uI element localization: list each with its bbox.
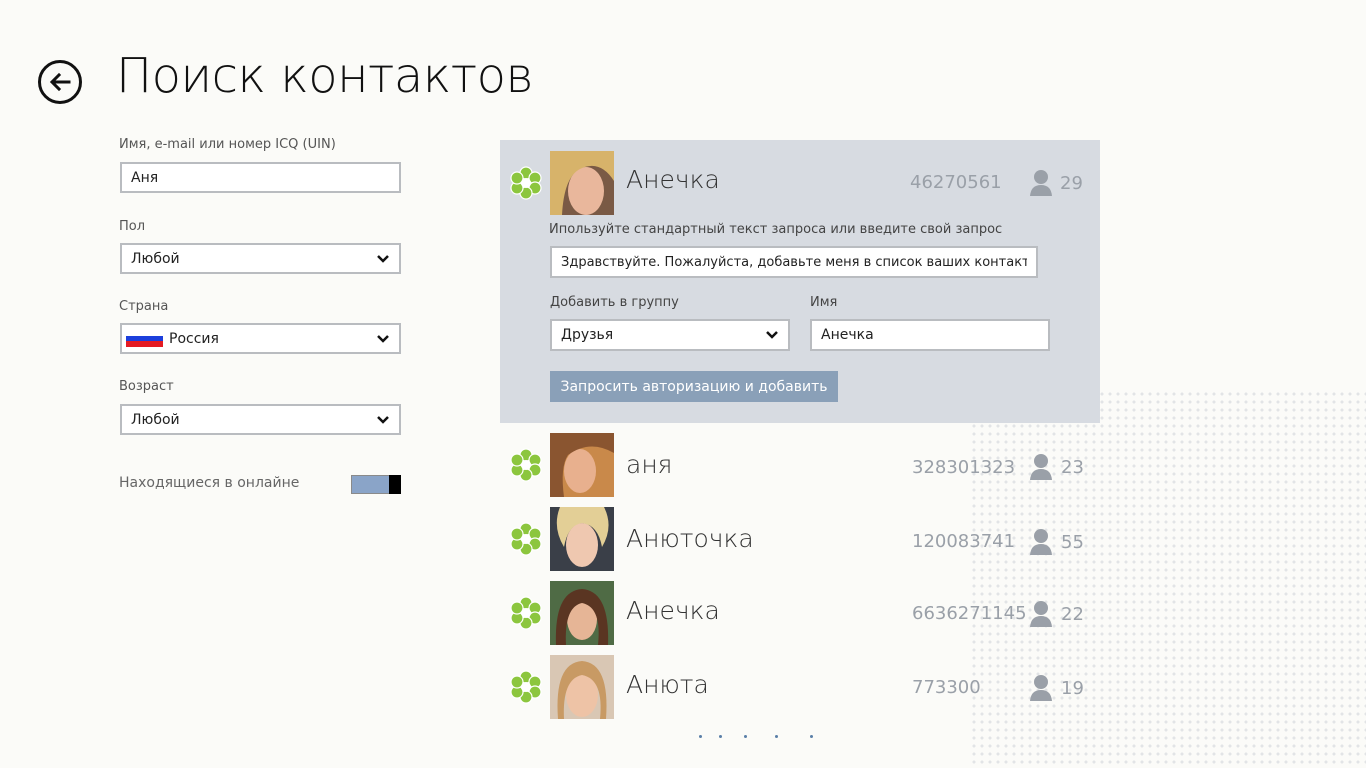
request-hint: Ипользуйте стандартный текст запроса или…: [549, 222, 1003, 237]
contact-age: 19: [1061, 678, 1084, 699]
group-value: Друзья: [561, 327, 614, 343]
request-auth-add-button[interactable]: Запросить авторизацию и добавить: [550, 371, 838, 402]
chevron-down-icon: [376, 252, 390, 266]
background-pattern: [970, 390, 1366, 768]
contact-name-input[interactable]: [810, 319, 1050, 351]
arrow-left-icon: [49, 72, 71, 92]
contact-age: 29: [1060, 173, 1083, 194]
chevron-down-icon: [376, 332, 390, 346]
gender-value: Любой: [131, 250, 180, 267]
toggle-knob: [389, 475, 401, 494]
request-text-input[interactable]: [550, 246, 1038, 278]
contact-uin: 773300: [912, 677, 981, 698]
contact-age: 22: [1061, 604, 1084, 625]
person-silhouette-icon: [1030, 454, 1052, 480]
contact-name: Анюта: [626, 670, 709, 699]
icq-flower-icon: [510, 166, 542, 200]
contact-age: 23: [1061, 457, 1084, 478]
query-label: Имя, e-mail или номер ICQ (UIN): [119, 137, 336, 152]
contact-name: аня: [626, 450, 673, 479]
person-silhouette-icon: [1030, 601, 1052, 627]
contact-name: Анюточка: [626, 524, 754, 553]
age-value: Любой: [131, 411, 180, 428]
contact-uin: 328301323: [912, 457, 1016, 478]
online-only-label: Находящиеся в онлайне: [119, 475, 300, 491]
contact-name: Анечка: [626, 596, 720, 625]
gender-label: Пол: [119, 219, 146, 234]
gender-select[interactable]: Любой: [120, 243, 401, 274]
online-only-toggle[interactable]: [351, 475, 401, 494]
person-silhouette-icon: [1030, 675, 1052, 701]
russia-flag-icon: [126, 330, 163, 348]
country-value: Россия: [169, 330, 219, 347]
icq-flower-icon: [510, 522, 542, 556]
group-label: Добавить в группу: [550, 295, 679, 310]
icq-flower-icon: [510, 448, 542, 482]
avatar: [550, 151, 614, 215]
name-label: Имя: [810, 295, 838, 310]
person-silhouette-icon: [1030, 529, 1052, 555]
page-title: Поиск контактов: [116, 48, 534, 104]
group-select[interactable]: Друзья: [550, 319, 790, 351]
age-select[interactable]: Любой: [120, 404, 401, 435]
icq-flower-icon: [510, 670, 542, 704]
country-select[interactable]: Россия: [120, 323, 401, 354]
back-button[interactable]: [38, 60, 82, 104]
chevron-down-icon: [765, 328, 779, 342]
avatar: [550, 433, 614, 497]
person-silhouette-icon: [1030, 170, 1052, 196]
icq-flower-icon: [510, 596, 542, 630]
contact-uin: 120083741: [912, 531, 1016, 552]
query-input[interactable]: [120, 162, 401, 193]
avatar: [550, 655, 614, 719]
age-label: Возраст: [119, 379, 174, 394]
avatar: [550, 581, 614, 645]
contact-name: Анечка: [626, 165, 720, 194]
avatar: [550, 507, 614, 571]
contact-uin: 6636271145: [912, 603, 1027, 624]
country-label: Страна: [119, 299, 169, 314]
contact-uin: 46270561: [910, 172, 1002, 193]
chevron-down-icon: [376, 413, 390, 427]
contact-age: 55: [1061, 532, 1084, 553]
